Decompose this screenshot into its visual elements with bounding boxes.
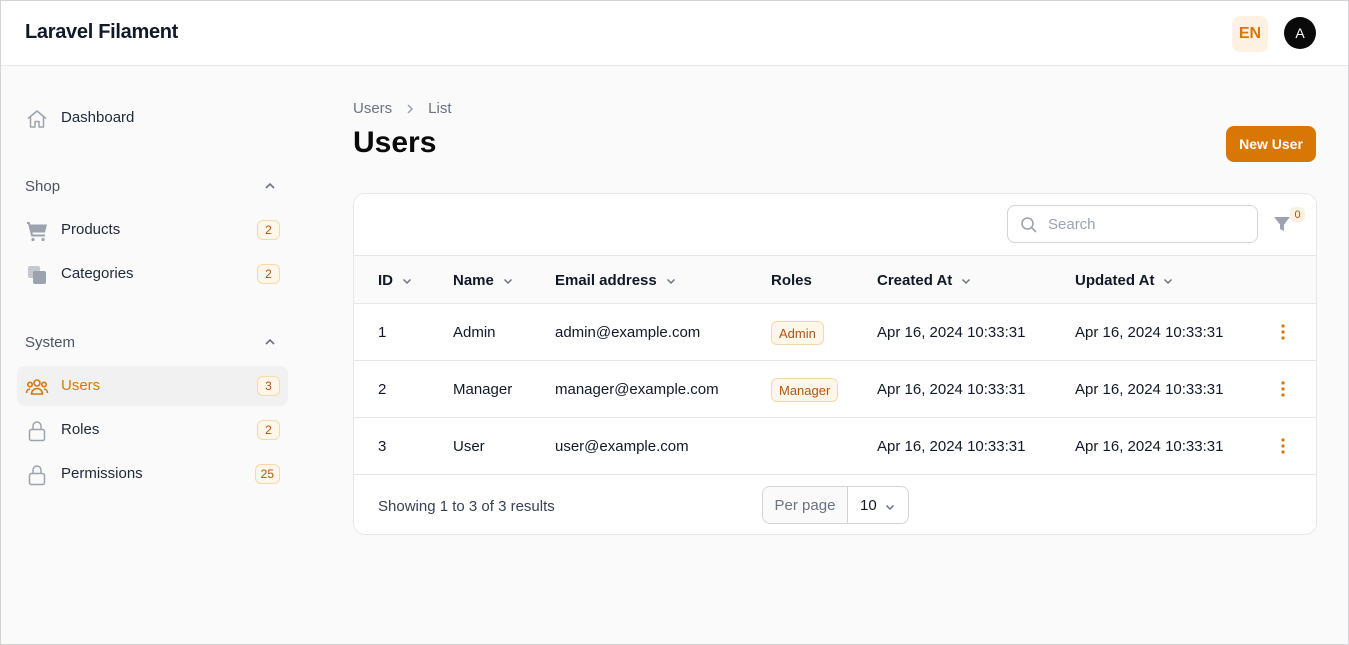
breadcrumb-item: List bbox=[428, 100, 452, 117]
home-icon bbox=[25, 107, 49, 131]
column-header-id[interactable]: ID bbox=[378, 272, 413, 289]
column-header-label: Roles bbox=[771, 272, 812, 289]
cell-updated-at: Apr 16, 2024 10:33:31 bbox=[1075, 381, 1224, 398]
cell-id: 2 bbox=[378, 381, 387, 398]
chevron-up-icon[interactable] bbox=[263, 179, 277, 193]
chevron-down-icon bbox=[960, 275, 972, 287]
more-vertical-icon[interactable] bbox=[1276, 437, 1290, 455]
stack-icon bbox=[25, 263, 49, 287]
table-row[interactable]: 3 User user@example.com Apr 16, 2024 10:… bbox=[354, 418, 1316, 475]
breadcrumb-item[interactable]: Users bbox=[353, 100, 392, 117]
count-badge: 25 bbox=[254, 464, 280, 484]
more-vertical-icon[interactable] bbox=[1276, 380, 1290, 398]
table-row[interactable]: 2 Manager manager@example.com Manager Ap… bbox=[354, 361, 1316, 418]
chevron-down-icon bbox=[401, 275, 413, 287]
pagination-summary: Showing 1 to 3 of 3 results bbox=[378, 498, 555, 515]
cell-created-at: Apr 16, 2024 10:33:31 bbox=[877, 381, 1026, 398]
role-badge: Admin bbox=[771, 321, 824, 345]
cell-updated-at: Apr 16, 2024 10:33:31 bbox=[1075, 438, 1224, 455]
column-header-label: Created At bbox=[877, 272, 953, 289]
page-title: Users bbox=[353, 126, 437, 159]
per-page-label: Per page bbox=[763, 487, 848, 523]
cell-email: admin@example.com bbox=[555, 324, 701, 341]
sidebar-item-dashboard[interactable]: Dashboard bbox=[17, 98, 288, 138]
cell-email: manager@example.com bbox=[555, 381, 719, 398]
column-header-roles: Roles bbox=[771, 272, 812, 289]
users-table-card: 0 ID Name Email address Roles Created At… bbox=[353, 193, 1317, 535]
role-badge: Manager bbox=[771, 378, 839, 402]
sidebar-group-shop[interactable]: Shop bbox=[25, 178, 60, 195]
cell-updated-at: Apr 16, 2024 10:33:31 bbox=[1075, 324, 1224, 341]
search-input[interactable] bbox=[1048, 214, 1248, 234]
chevron-down-icon bbox=[1162, 275, 1174, 287]
cell-created-at: Apr 16, 2024 10:33:31 bbox=[877, 438, 1026, 455]
lock-icon bbox=[25, 463, 49, 487]
sidebar-item-users[interactable]: Users 3 bbox=[17, 366, 288, 406]
column-header-name[interactable]: Name bbox=[453, 272, 514, 289]
cart-icon bbox=[25, 219, 49, 243]
column-header-updated-at[interactable]: Updated At bbox=[1075, 272, 1174, 289]
column-header-label: Name bbox=[453, 272, 494, 289]
column-header-label: ID bbox=[378, 272, 393, 289]
filter-icon[interactable] bbox=[1272, 214, 1292, 234]
per-page-value: 10 bbox=[860, 496, 877, 514]
sidebar-item-label: Roles bbox=[61, 421, 100, 438]
cell-created-at: Apr 16, 2024 10:33:31 bbox=[877, 324, 1026, 341]
per-page-select[interactable]: Per page 10 bbox=[762, 486, 909, 524]
sidebar-item-roles[interactable]: Roles 2 bbox=[17, 410, 288, 450]
sidebar-item-label: Permissions bbox=[61, 465, 143, 482]
column-header-label: Updated At bbox=[1075, 272, 1155, 289]
count-badge: 3 bbox=[257, 376, 280, 396]
app-brand[interactable]: Laravel Filament bbox=[25, 21, 178, 44]
new-user-button[interactable]: New User bbox=[1226, 126, 1316, 162]
lock-icon bbox=[25, 419, 49, 443]
count-badge: 2 bbox=[257, 264, 280, 284]
column-header-email[interactable]: Email address bbox=[555, 272, 677, 289]
more-vertical-icon[interactable] bbox=[1276, 323, 1290, 341]
top-bar: Laravel Filament EN A bbox=[1, 1, 1348, 66]
chevron-up-icon[interactable] bbox=[263, 335, 277, 349]
cell-id: 1 bbox=[378, 324, 387, 341]
user-avatar[interactable]: A bbox=[1284, 17, 1316, 49]
chevron-down-icon bbox=[665, 275, 677, 287]
sidebar-item-categories[interactable]: Categories 2 bbox=[17, 254, 288, 294]
per-page-value-wrapper[interactable]: 10 bbox=[848, 487, 908, 523]
search-icon bbox=[1020, 216, 1038, 239]
chevron-down-icon bbox=[502, 275, 514, 287]
sidebar-item-permissions[interactable]: Permissions 25 bbox=[17, 454, 288, 494]
sidebar-item-products[interactable]: Products 2 bbox=[17, 210, 288, 250]
sidebar-item-label: Users bbox=[61, 377, 101, 394]
column-header-label: Email address bbox=[555, 272, 657, 289]
users-icon bbox=[25, 375, 49, 399]
count-badge: 2 bbox=[257, 220, 280, 240]
chevron-down-icon bbox=[884, 500, 896, 517]
column-header-created-at[interactable]: Created At bbox=[877, 272, 972, 289]
cell-id: 3 bbox=[378, 438, 387, 455]
cell-name: Admin bbox=[453, 324, 496, 341]
table-row[interactable]: 1 Admin admin@example.com Admin Apr 16, … bbox=[354, 304, 1316, 361]
sidebar-group-system[interactable]: System bbox=[25, 334, 75, 351]
sidebar-item-label: Categories bbox=[61, 265, 134, 282]
search-field[interactable] bbox=[1007, 205, 1258, 243]
sidebar-item-label: Dashboard bbox=[61, 109, 135, 126]
sidebar-item-label: Products bbox=[61, 221, 121, 238]
filter-count-badge: 0 bbox=[1290, 207, 1305, 222]
language-switcher[interactable]: EN bbox=[1232, 16, 1268, 52]
table-header: ID Name Email address Roles Created At U… bbox=[354, 255, 1316, 304]
chevron-right-icon bbox=[404, 103, 416, 115]
cell-email: user@example.com bbox=[555, 438, 689, 455]
count-badge: 2 bbox=[257, 420, 280, 440]
cell-name: User bbox=[453, 438, 485, 455]
cell-name: Manager bbox=[453, 381, 513, 398]
breadcrumb: Users List bbox=[353, 100, 452, 117]
